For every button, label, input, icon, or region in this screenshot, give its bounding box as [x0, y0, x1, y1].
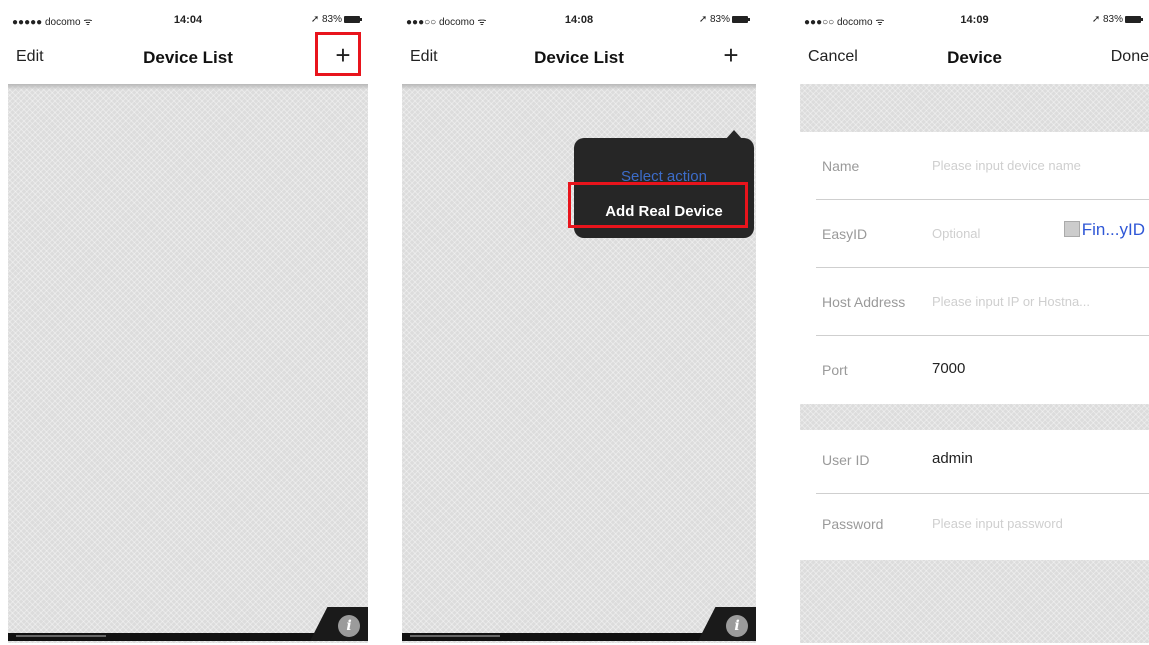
userid-field[interactable]: admin	[932, 450, 973, 467]
battery-label: ➚ 83%	[1091, 14, 1123, 25]
userid-label: User ID	[822, 452, 870, 468]
battery-icon	[344, 15, 362, 23]
userid-row: User ID admin	[800, 430, 1149, 494]
status-bar: ●●●○○ docomo ᯤ 14:09 ➚ 83%	[800, 10, 1149, 30]
battery-icon	[1125, 15, 1143, 23]
page-title: Device List	[534, 48, 624, 67]
easyid-field[interactable]: Optional	[932, 226, 980, 241]
image-placeholder-icon	[1063, 221, 1080, 237]
navigation-bar: Edit Device List +	[8, 30, 368, 84]
section-spacer	[800, 84, 1149, 132]
page-title: Device	[947, 48, 1002, 67]
easyid-row: EasyID Optional Fin...yID	[800, 200, 1149, 268]
battery-icon	[732, 15, 750, 23]
name-field[interactable]: Please input device name	[932, 158, 1081, 173]
battery-label: ➚ 83%	[310, 14, 342, 25]
add-device-button[interactable]: +	[716, 40, 746, 71]
host-label: Host Address	[822, 294, 906, 310]
device-list-area[interactable]	[8, 84, 368, 643]
section-spacer	[800, 404, 1149, 430]
device-connection-group: Name Please input device name EasyID Opt…	[800, 132, 1149, 404]
status-bar: ●●●●● docomo ᯤ 14:04 ➚ 83%	[8, 10, 368, 30]
status-bar: ●●●○○ docomo ᯤ 14:08 ➚ 83%	[402, 10, 756, 30]
find-easyid-button[interactable]: Fin...yID	[1063, 220, 1145, 240]
done-button[interactable]: Done	[1111, 48, 1149, 66]
host-row: Host Address Please input IP or Hostna..…	[800, 268, 1149, 336]
host-field[interactable]: Please input IP or Hostna...	[932, 294, 1090, 309]
bottom-spacer	[800, 560, 1149, 643]
battery-status: ➚ 83%	[698, 14, 750, 25]
name-row: Name Please input device name	[800, 132, 1149, 200]
bottom-handle[interactable]	[16, 635, 106, 637]
screen-device-form: ●●●○○ docomo ᯤ 14:09 ➚ 83% Cancel Device…	[800, 10, 1149, 643]
page-title: Device List	[143, 48, 233, 67]
screen-device-list-action: ●●●○○ docomo ᯤ 14:08 ➚ 83% Edit Device L…	[402, 10, 756, 643]
info-icon[interactable]: i	[726, 615, 748, 637]
credentials-group: User ID admin Password Please input pass…	[800, 430, 1149, 560]
password-field[interactable]: Please input password	[932, 516, 1063, 531]
highlight-box	[568, 182, 748, 228]
name-label: Name	[822, 158, 860, 174]
password-label: Password	[822, 516, 884, 532]
navigation-bar: Cancel Device Done	[800, 30, 1149, 84]
battery-status: ➚ 83%	[310, 14, 362, 25]
info-icon[interactable]: i	[338, 615, 360, 637]
bottom-handle[interactable]	[410, 635, 500, 637]
screen-device-list: ●●●●● docomo ᯤ 14:04 ➚ 83% Edit Device L…	[8, 10, 368, 643]
port-field[interactable]: 7000	[932, 360, 965, 377]
password-row: Password Please input password	[800, 494, 1149, 560]
port-label: Port	[822, 362, 848, 378]
highlight-box	[315, 32, 361, 76]
easyid-label: EasyID	[822, 226, 868, 242]
navigation-bar: Edit Device List +	[402, 30, 756, 84]
battery-label: ➚ 83%	[698, 14, 730, 25]
find-easyid-label: Fin...yID	[1081, 220, 1145, 239]
battery-status: ➚ 83%	[1091, 14, 1143, 25]
port-row: Port 7000	[800, 336, 1149, 404]
